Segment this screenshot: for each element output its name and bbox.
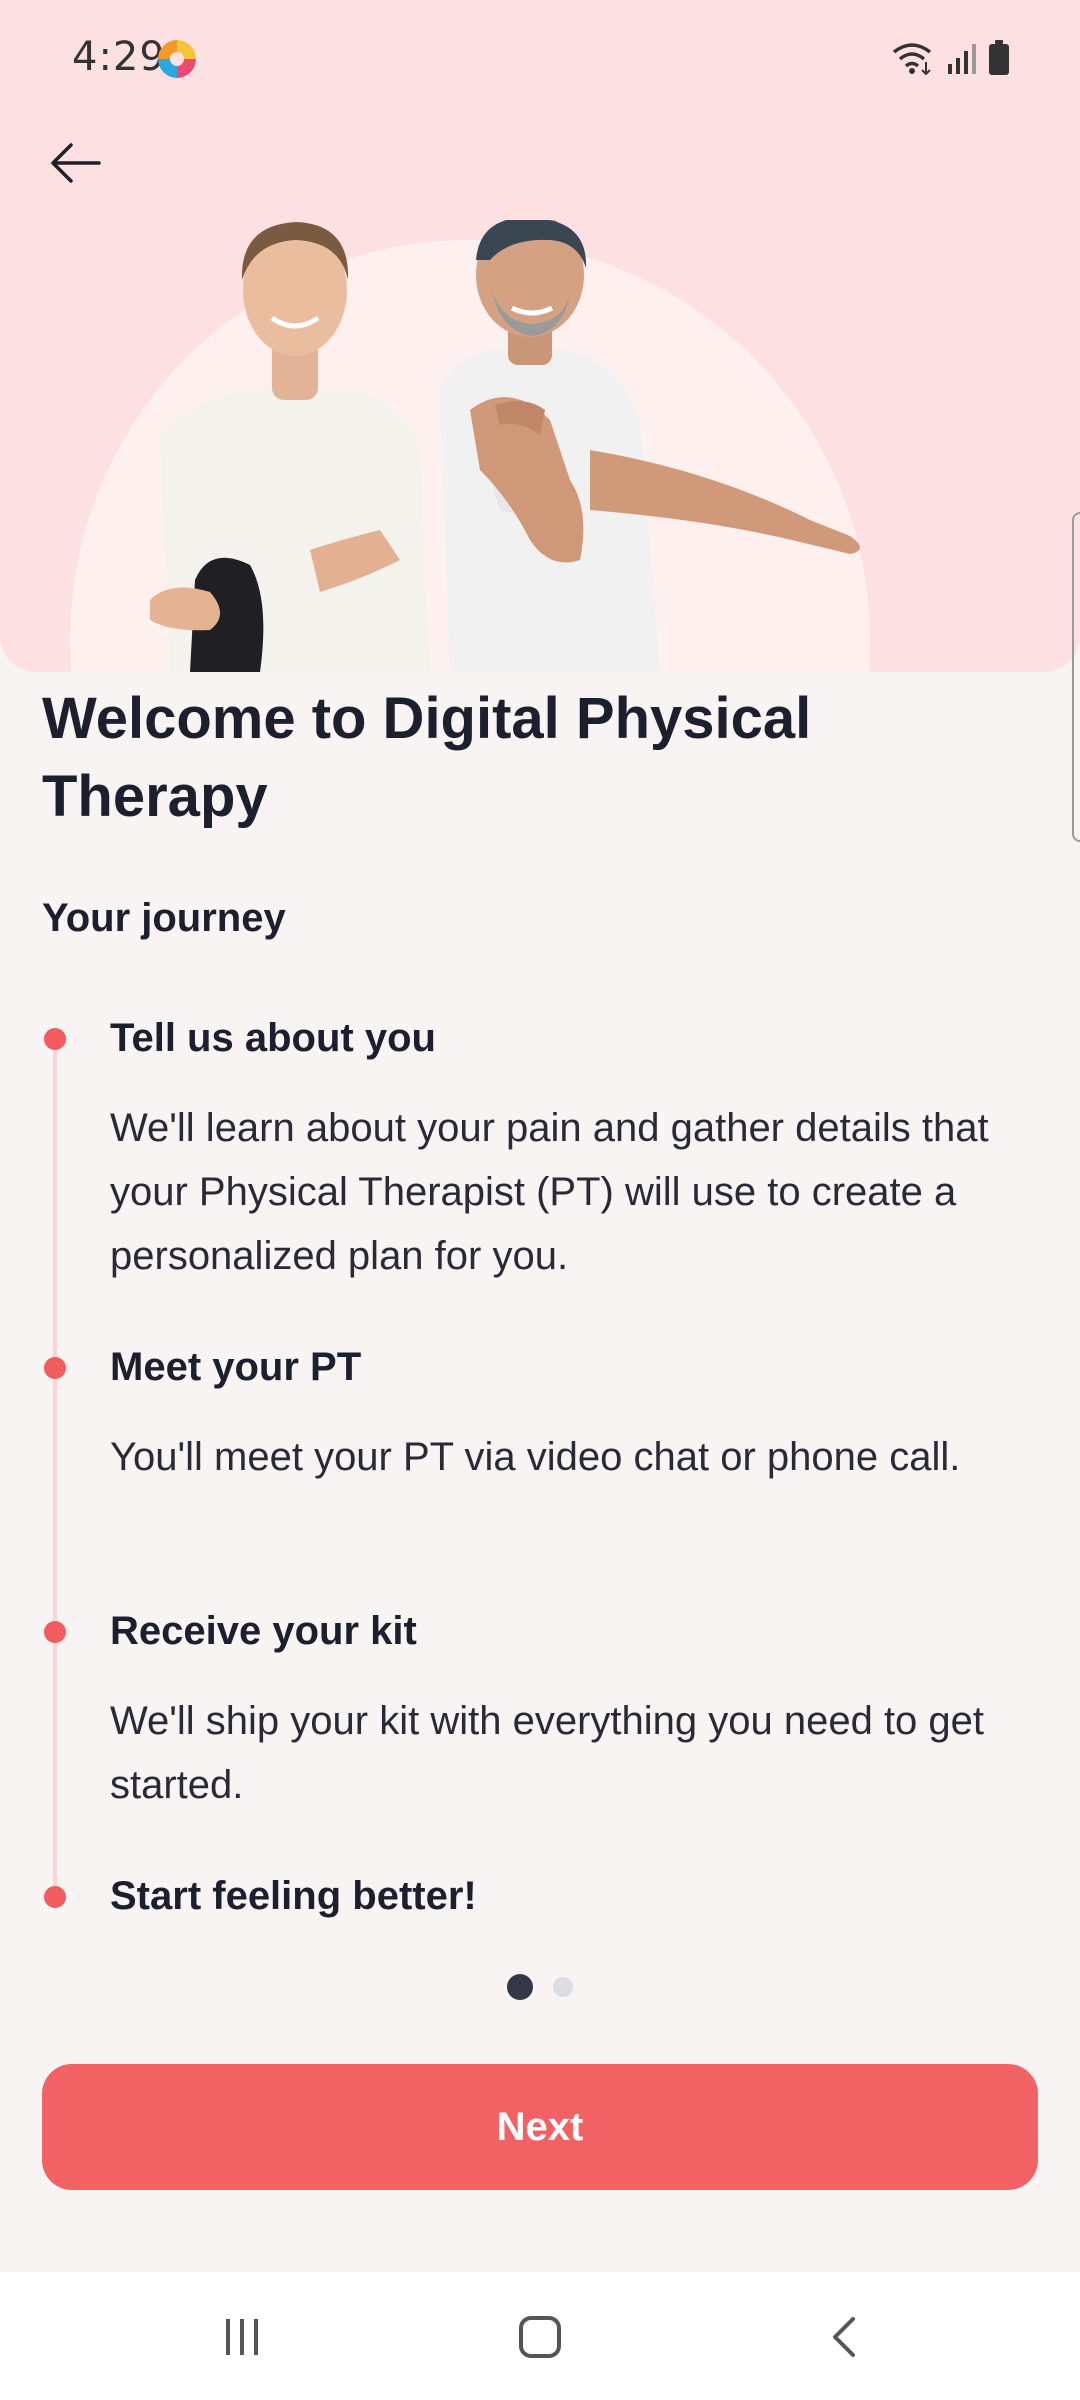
section-subtitle: Your journey (42, 896, 286, 940)
system-back-button[interactable] (804, 2302, 884, 2372)
arrow-left-icon (51, 143, 101, 183)
battery-icon (989, 40, 1009, 75)
step-title: Tell us about you (110, 1016, 436, 1060)
chevron-left-icon (833, 2317, 855, 2357)
step-description: We'll learn about your pain and gather d… (110, 1106, 989, 1278)
step-title: Meet your PT (110, 1345, 362, 1389)
hero-banner: 4:29 (0, 0, 1080, 672)
woman-figure (150, 222, 430, 672)
step-title: Receive your kit (110, 1609, 417, 1653)
step-description: You'll meet your PT via video chat or ph… (110, 1435, 961, 1479)
page-title: Welcome to Digital Physical Therapy (42, 686, 812, 829)
timeline-dot (44, 1886, 66, 1908)
step-title: Start feeling better! (110, 1874, 477, 1918)
timeline-dot (44, 1357, 66, 1379)
status-icons (890, 40, 1010, 76)
step-description: We'll ship your kit with everything you … (110, 1699, 985, 1807)
hero-illustration-two-people-stretching (150, 220, 860, 672)
next-button[interactable]: Next (42, 2064, 1038, 2190)
page-dot-inactive[interactable] (553, 1977, 573, 1997)
timeline-dot (44, 1028, 66, 1050)
status-time: 4:29 (72, 34, 166, 80)
onboarding-screen: 4:29 Welcome to Digital Physical Therapy… (0, 0, 1080, 2400)
signal-icon (948, 44, 976, 74)
system-navigation-bar (0, 2272, 1080, 2400)
scrollbar-thumb[interactable] (1072, 512, 1080, 842)
timeline-line (53, 1040, 57, 1898)
recent-apps-icon (226, 2319, 258, 2355)
home-button[interactable] (500, 2302, 580, 2372)
home-icon (519, 2316, 561, 2358)
app-notification-icon (158, 40, 196, 78)
page-dot-active[interactable] (507, 1974, 533, 2000)
timeline-dot (44, 1621, 66, 1643)
recent-apps-button[interactable] (202, 2302, 282, 2372)
back-button[interactable] (40, 128, 110, 198)
man-figure (440, 220, 860, 672)
page-indicator (0, 1974, 1080, 2000)
wifi-icon (892, 43, 932, 76)
status-bar: 4:29 (0, 0, 1080, 120)
